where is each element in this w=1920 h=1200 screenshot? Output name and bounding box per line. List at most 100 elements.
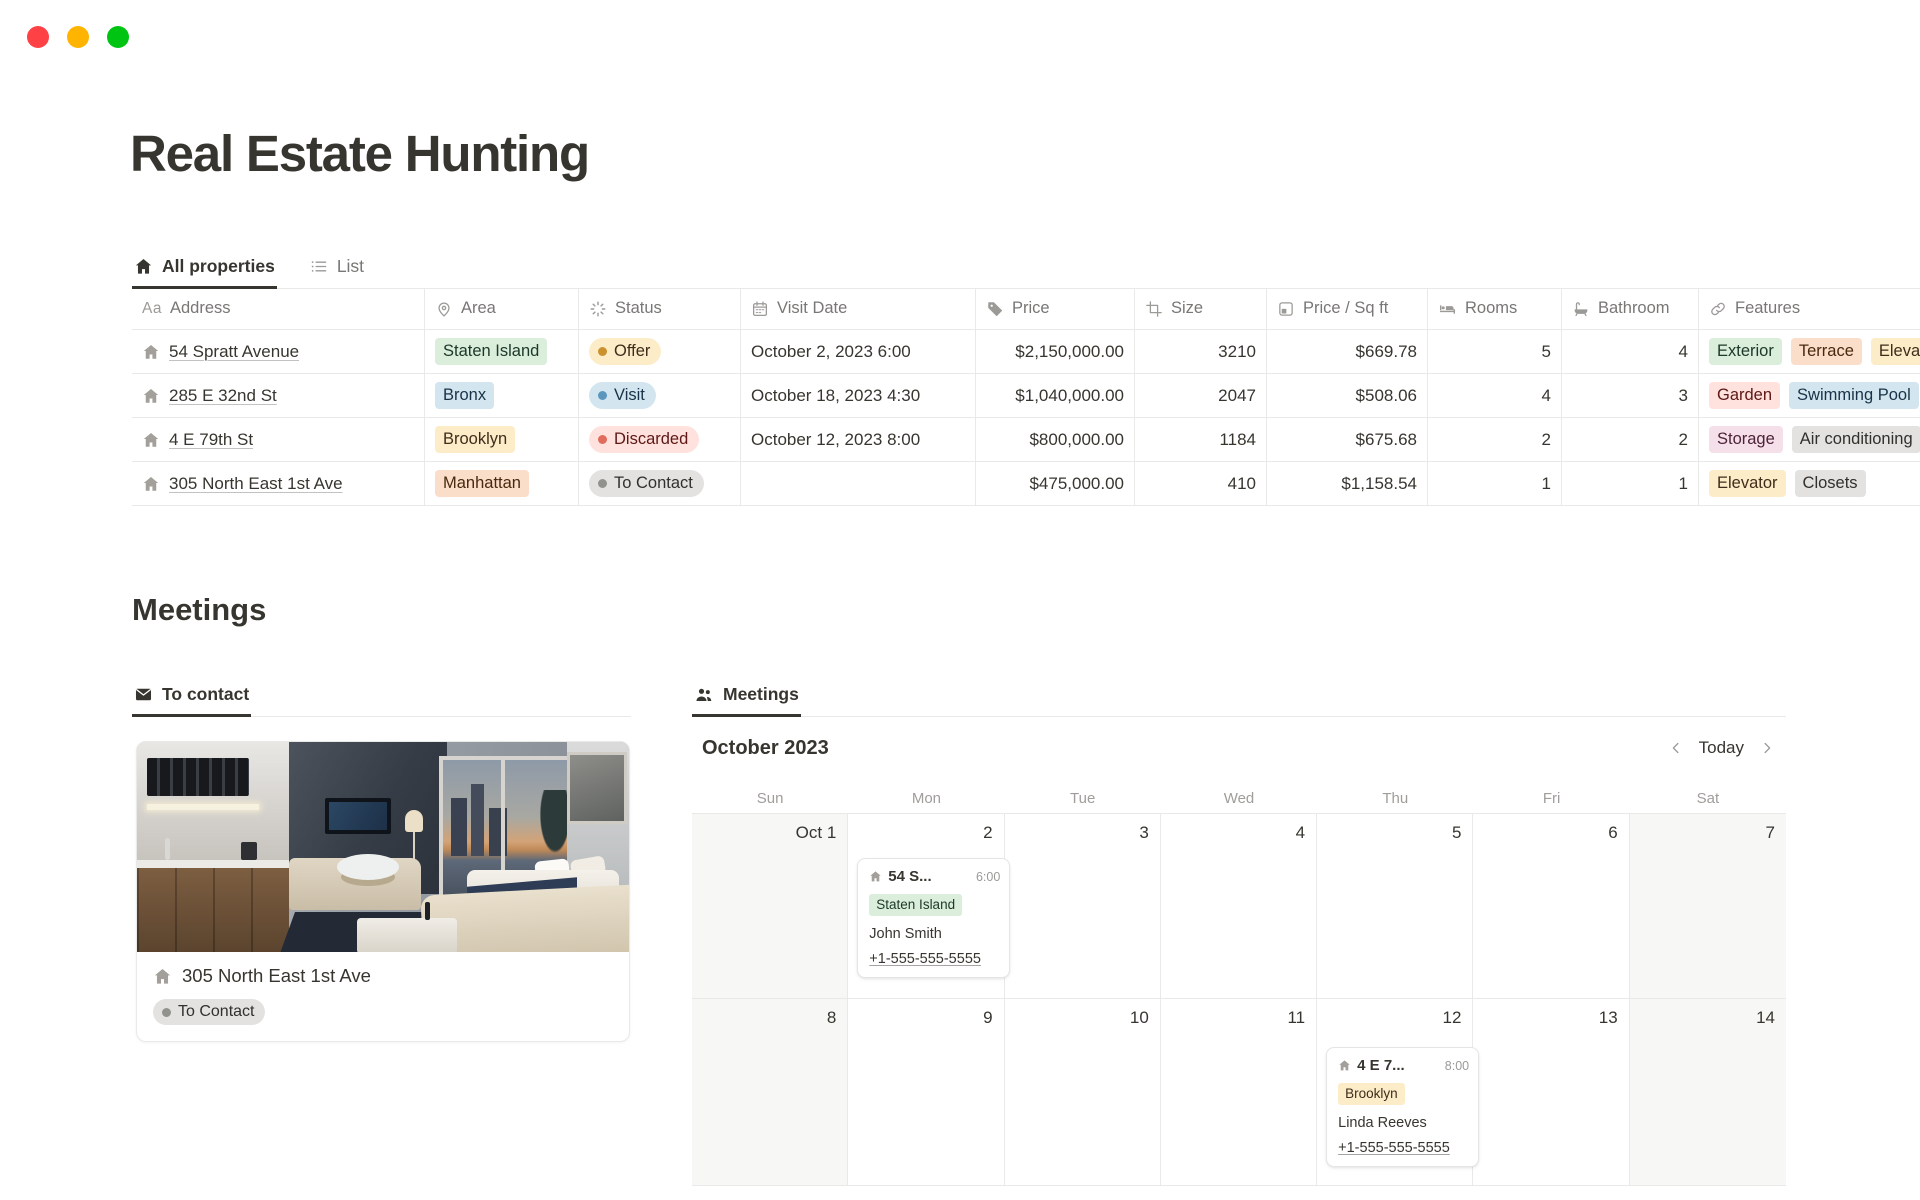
column-header-price[interactable]: Price: [976, 288, 1135, 330]
calendar-cell[interactable]: 10: [1005, 999, 1161, 1186]
event-phone-link[interactable]: +1-555-555-5555: [869, 951, 1010, 967]
calendar-cell[interactable]: 5: [1317, 814, 1473, 999]
event-contact-name: John Smith: [869, 926, 1009, 942]
address-cell[interactable]: 4 E 79th St: [132, 418, 425, 462]
event-area-tag: Staten Island: [869, 894, 962, 916]
pin-icon: [435, 300, 453, 318]
prev-month-button[interactable]: [1667, 739, 1685, 757]
calendar-cell[interactable]: 2 54 S... 6:00 Staten Island John Smith …: [848, 814, 1004, 999]
table-row: 54 Spratt Avenue Staten Island Offer Oct…: [132, 330, 1920, 374]
column-header-visit-date[interactable]: Visit Date: [741, 288, 976, 330]
price-cell[interactable]: $475,000.00: [976, 462, 1135, 506]
minimize-window-button[interactable]: [67, 26, 89, 48]
bed-icon: [1438, 299, 1457, 318]
size-cell[interactable]: 1184: [1135, 418, 1267, 462]
event-phone-link[interactable]: +1-555-555-5555: [1338, 1140, 1479, 1156]
calendar-cell[interactable]: 3: [1005, 814, 1161, 999]
size-cell[interactable]: 410: [1135, 462, 1267, 506]
area-cell[interactable]: Staten Island: [425, 330, 579, 374]
month-label: October 2023: [702, 737, 829, 760]
table-header-row: Aa Address Area Status Visit Date Price …: [132, 288, 1920, 330]
calendar-cell[interactable]: Oct 1: [692, 814, 848, 999]
status-dot: [598, 479, 607, 488]
visit-date-cell[interactable]: October 12, 2023 8:00: [741, 418, 976, 462]
calendar-cell[interactable]: 13: [1473, 999, 1629, 1186]
address-cell[interactable]: 285 E 32nd St: [132, 374, 425, 418]
bathroom-cell[interactable]: 3: [1562, 374, 1699, 418]
next-month-button[interactable]: [1758, 739, 1776, 757]
calendar-cell[interactable]: 12 4 E 7... 8:00 Brooklyn Linda Reeves +…: [1317, 999, 1473, 1186]
bathroom-cell[interactable]: 2: [1562, 418, 1699, 462]
price-sqft-cell[interactable]: $1,158.54: [1267, 462, 1428, 506]
meetings-heading: Meetings: [132, 592, 266, 628]
area-cell[interactable]: Brooklyn: [425, 418, 579, 462]
rooms-cell[interactable]: 5: [1428, 330, 1562, 374]
column-header-price-sqft[interactable]: Price / Sq ft: [1267, 288, 1428, 330]
tab-list[interactable]: List: [307, 256, 366, 289]
calendar-cell[interactable]: 11: [1161, 999, 1317, 1186]
rooms-cell[interactable]: 4: [1428, 374, 1562, 418]
feature-tag: Air conditioning: [1792, 426, 1920, 453]
features-cell[interactable]: Exterior Terrace Elevator: [1699, 330, 1920, 374]
features-cell[interactable]: Elevator Closets: [1699, 462, 1920, 506]
tab-all-properties[interactable]: All properties: [132, 256, 277, 289]
close-window-button[interactable]: [27, 26, 49, 48]
calendar-cell[interactable]: 4: [1161, 814, 1317, 999]
price-cell[interactable]: $1,040,000.00: [976, 374, 1135, 418]
table-row: 4 E 79th St Brooklyn Discarded October 1…: [132, 418, 1920, 462]
bathroom-cell[interactable]: 1: [1562, 462, 1699, 506]
area-tag: Staten Island: [435, 338, 547, 365]
size-cell[interactable]: 2047: [1135, 374, 1267, 418]
address-cell[interactable]: 305 North East 1st Ave: [132, 462, 425, 506]
address-link[interactable]: 54 Spratt Avenue: [169, 342, 299, 362]
area-cell[interactable]: Bronx: [425, 374, 579, 418]
today-button[interactable]: Today: [1699, 738, 1744, 758]
price-sqft-cell[interactable]: $675.68: [1267, 418, 1428, 462]
status-cell[interactable]: Offer: [579, 330, 741, 374]
property-card[interactable]: 305 North East 1st Ave To Contact: [136, 741, 630, 1042]
price-sqft-cell[interactable]: $669.78: [1267, 330, 1428, 374]
column-header-features[interactable]: Features: [1699, 288, 1920, 330]
address-cell[interactable]: 54 Spratt Avenue: [132, 330, 425, 374]
visit-date-cell[interactable]: October 2, 2023 6:00: [741, 330, 976, 374]
bathroom-cell[interactable]: 4: [1562, 330, 1699, 374]
price-cell[interactable]: $2,150,000.00: [976, 330, 1135, 374]
price-sqft-cell[interactable]: $508.06: [1267, 374, 1428, 418]
day-number: 14: [1630, 999, 1786, 1034]
rooms-cell[interactable]: 2: [1428, 418, 1562, 462]
size-cell[interactable]: 3210: [1135, 330, 1267, 374]
address-link[interactable]: 4 E 79th St: [169, 430, 253, 450]
column-header-rooms[interactable]: Rooms: [1428, 288, 1562, 330]
column-header-size[interactable]: Size: [1135, 288, 1267, 330]
column-header-status[interactable]: Status: [579, 288, 741, 330]
house-icon: [1338, 1059, 1351, 1072]
status-cell[interactable]: To Contact: [579, 462, 741, 506]
calendar-cell[interactable]: 7: [1630, 814, 1786, 999]
event-card[interactable]: 4 E 7... 8:00 Brooklyn Linda Reeves +1-5…: [1326, 1047, 1479, 1167]
column-header-area[interactable]: Area: [425, 288, 579, 330]
calendar-cell[interactable]: 8: [692, 999, 848, 1186]
column-header-bathroom[interactable]: Bathroom: [1562, 288, 1699, 330]
calendar-cell[interactable]: 9: [848, 999, 1004, 1186]
visit-date-cell[interactable]: October 18, 2023 4:30: [741, 374, 976, 418]
area-cell[interactable]: Manhattan: [425, 462, 579, 506]
calendar-cell[interactable]: 14: [1630, 999, 1786, 1186]
address-link[interactable]: 305 North East 1st Ave: [169, 474, 343, 494]
status-cell[interactable]: Visit: [579, 374, 741, 418]
zoom-window-button[interactable]: [107, 26, 129, 48]
address-link[interactable]: 285 E 32nd St: [169, 386, 277, 406]
features-cell[interactable]: Storage Air conditioning: [1699, 418, 1920, 462]
features-cell[interactable]: Garden Swimming Pool: [1699, 374, 1920, 418]
rooms-cell[interactable]: 1: [1428, 462, 1562, 506]
event-card[interactable]: 54 S... 6:00 Staten Island John Smith +1…: [857, 858, 1010, 978]
visit-date-cell[interactable]: [741, 462, 976, 506]
tab-meetings[interactable]: Meetings: [692, 684, 801, 717]
property-card-body: 305 North East 1st Ave To Contact: [137, 952, 629, 1041]
tab-to-contact[interactable]: To contact: [132, 684, 251, 717]
status-cell[interactable]: Discarded: [579, 418, 741, 462]
calendar-cell[interactable]: 6: [1473, 814, 1629, 999]
calendar-header: October 2023 Today: [692, 731, 1786, 765]
column-header-address[interactable]: Aa Address: [132, 288, 425, 330]
price-cell[interactable]: $800,000.00: [976, 418, 1135, 462]
text-icon: Aa: [142, 300, 162, 318]
